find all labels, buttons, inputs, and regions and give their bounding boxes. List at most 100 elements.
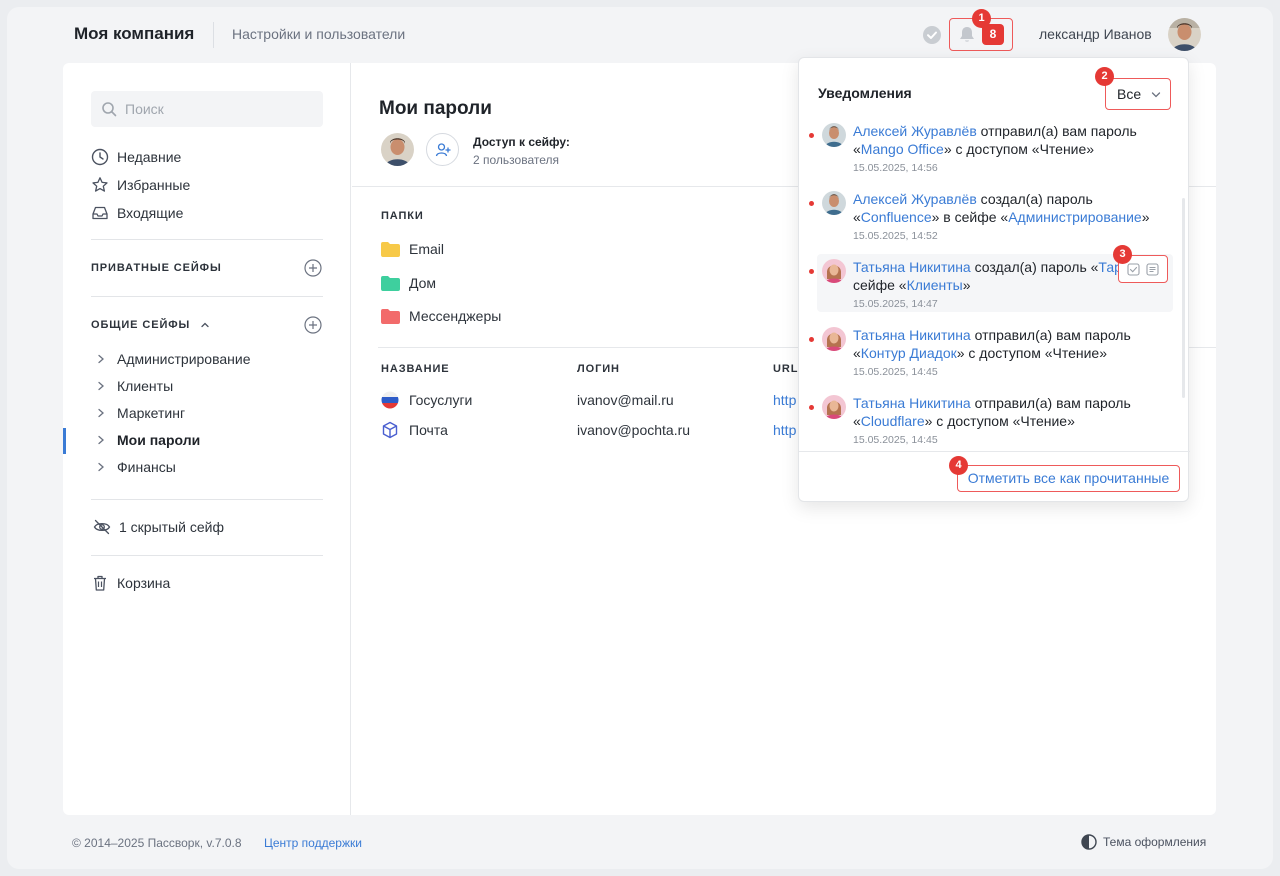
mark-all-read-button[interactable]: Отметить все как прочитанные [957, 465, 1180, 492]
access-count[interactable]: 2 пользователя [473, 153, 559, 167]
password-login[interactable]: ivanov@mail.ru [577, 392, 674, 408]
support-link[interactable]: Центр поддержки [264, 836, 362, 850]
password-link[interactable]: Confluence [861, 209, 932, 225]
column-header-name[interactable]: НАЗВАНИЕ [381, 363, 450, 375]
search-box [91, 91, 323, 127]
password-link[interactable]: Контур Диадок [861, 345, 957, 361]
notification-time: 15.05.2025, 14:47 [853, 298, 938, 310]
notifications-list: Алексей Журавлёв отправил(а) вам пароль … [799, 118, 1190, 451]
annotation-marker-1: 1 [972, 9, 991, 28]
password-url[interactable]: http [773, 422, 796, 438]
notification-item[interactable]: Татьяна Никитина отправил(а) вам пароль … [809, 322, 1173, 382]
avatar[interactable] [381, 133, 414, 166]
notifications-panel: Уведомления Все 2 Алексей Журавлёв отпра… [798, 57, 1190, 502]
shared-safes-heading[interactable]: ОБЩИЕ СЕЙФЫ [91, 319, 210, 331]
notification-item[interactable]: Алексей Журавлёв создал(а) пароль «Confl… [809, 186, 1173, 246]
trash-icon [94, 575, 106, 591]
safe-link[interactable]: Клиенты [907, 277, 963, 293]
brand-divider [213, 22, 214, 48]
half-circle-icon [1081, 834, 1097, 850]
mark-read-icon[interactable] [1127, 263, 1140, 276]
theme-label: Тема оформления [1103, 835, 1207, 849]
sidebar-item-inbox[interactable]: Входящие [91, 202, 183, 224]
folder-icon [381, 241, 400, 257]
password-link[interactable]: Mango Office [861, 141, 944, 157]
folders-heading: ПАПКИ [381, 210, 424, 222]
sidebar-item-favorites[interactable]: Избранные [91, 174, 190, 196]
notification-fragment: » [1141, 209, 1150, 225]
notifications-filter-select[interactable]: Все [1105, 78, 1171, 110]
annotation-marker-4: 4 [949, 456, 968, 475]
user-photo-icon [1168, 18, 1201, 51]
folder-label: Email [409, 241, 445, 257]
search-input[interactable] [125, 91, 315, 127]
shared-safes-label: ОБЩИЕ СЕЙФЫ [91, 319, 191, 331]
sidebar-item-finance[interactable]: Финансы [97, 457, 176, 477]
company-name[interactable]: Моя компания [74, 24, 194, 44]
scrollbar[interactable] [1182, 198, 1185, 398]
notification-fragment: » [962, 277, 971, 293]
sidebar-item-label: Недавние [117, 149, 182, 165]
sidebar-item-label: Избранные [117, 177, 191, 193]
user-link[interactable]: Алексей Журавлёв [853, 191, 977, 207]
settings-link[interactable]: Настройки и пользователи [232, 26, 405, 42]
user-link[interactable]: Алексей Журавлёв [853, 123, 977, 139]
add-user-button[interactable] [426, 133, 459, 166]
sidebar-item-clients[interactable]: Клиенты [97, 376, 173, 396]
divider [91, 296, 323, 297]
sidebar-item-label: Маркетинг [117, 405, 186, 421]
chevron-down-icon [1151, 92, 1161, 98]
folder-item-messengers[interactable]: Мессенджеры [381, 306, 501, 326]
password-link[interactable]: Cloudflare [861, 413, 925, 429]
unread-dot [809, 269, 814, 274]
password-name: Почта [409, 422, 448, 438]
sidebar-item-administration[interactable]: Администрирование [97, 349, 251, 369]
hidden-safes-link[interactable]: 1 скрытый сейф [93, 516, 224, 538]
trash-link[interactable]: Корзина [91, 572, 170, 594]
notification-text: Алексей Журавлёв создал(а) пароль «Confl… [853, 190, 1153, 226]
notification-fragment: сейфе « [853, 277, 907, 293]
avatar[interactable] [1168, 18, 1201, 51]
top-bar: Моя компания Настройки и пользователи 8 … [7, 7, 1273, 63]
search-icon [102, 102, 117, 117]
column-header-url[interactable]: URL [773, 363, 798, 375]
column-header-login[interactable]: ЛОГИН [577, 363, 620, 375]
theme-toggle[interactable]: Тема оформления [1081, 834, 1206, 850]
password-row-name[interactable]: Почта [381, 420, 448, 440]
annotation-marker-3: 3 [1113, 245, 1132, 264]
notification-item[interactable]: Татьяна Никитина создал(а) пароль «Тар с… [809, 245, 1173, 312]
flag-icon [381, 391, 399, 409]
user-photo-icon [822, 259, 846, 283]
sidebar-item-recent[interactable]: Недавние [91, 146, 181, 168]
unread-dot [809, 337, 814, 342]
folder-item-home[interactable]: Дом [381, 273, 436, 293]
password-url[interactable]: http [773, 392, 796, 408]
chevron-up-icon [201, 322, 209, 328]
notification-item[interactable]: Татьяна Никитина отправил(а) вам пароль … [809, 390, 1173, 450]
sidebar-item-label: Клиенты [117, 378, 174, 394]
details-icon[interactable] [1146, 263, 1159, 276]
filter-value: Все [1117, 86, 1142, 102]
avatar [822, 327, 846, 351]
notification-item[interactable]: Алексей Журавлёв отправил(а) вам пароль … [809, 118, 1173, 178]
password-login[interactable]: ivanov@pochta.ru [577, 422, 690, 438]
user-link[interactable]: Татьяна Никитина [853, 259, 971, 275]
user-link[interactable]: Татьяна Никитина [853, 395, 971, 411]
notification-text: Татьяна Никитина отправил(а) вам пароль … [853, 394, 1153, 430]
add-shared-safe-icon[interactable] [304, 316, 322, 334]
password-row-name[interactable]: Госуслуги [381, 390, 472, 410]
sidebar-item-marketing[interactable]: Маркетинг [97, 403, 185, 423]
avatar [822, 123, 846, 147]
sidebar-item-my-passwords[interactable]: Мои пароли [97, 430, 200, 450]
add-private-safe-icon[interactable] [304, 259, 322, 277]
notification-fragment: » с доступом «Чтение» [924, 413, 1075, 429]
user-photo-icon [822, 123, 846, 147]
folder-label: Мессенджеры [409, 308, 502, 324]
notification-text: Алексей Журавлёв отправил(а) вам пароль … [853, 122, 1153, 158]
folder-item-email[interactable]: Email [381, 239, 444, 259]
user-name[interactable]: лександр Иванов [1039, 26, 1152, 42]
user-link[interactable]: Татьяна Никитина [853, 327, 971, 343]
sidebar-item-label: Администрирование [117, 351, 251, 367]
star-icon [92, 177, 108, 192]
safe-link[interactable]: Администрирование [1008, 209, 1142, 225]
